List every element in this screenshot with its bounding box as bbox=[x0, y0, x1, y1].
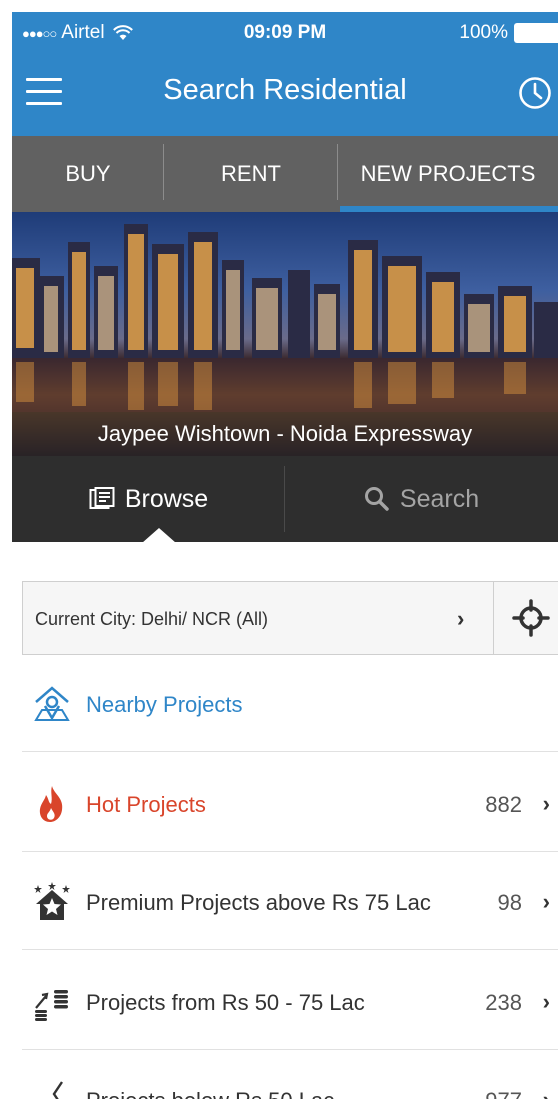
list-item-count: 882 bbox=[485, 792, 522, 817]
current-city-selector[interactable]: Current City: Delhi/ NCR (All) › bbox=[22, 581, 558, 655]
search-tab[interactable]: Search bbox=[285, 456, 558, 542]
status-bar: ●●●○○ Airtel 09:09 PM 100% bbox=[12, 12, 558, 56]
list-item-hot-projects[interactable]: Hot Projects 882 › bbox=[12, 754, 558, 852]
status-right: 100% bbox=[459, 22, 558, 44]
list-item-projects-50-75-lac[interactable]: Projects from Rs 50 - 75 Lac 238 › bbox=[12, 952, 558, 1050]
chevron-right-icon: › bbox=[543, 1087, 550, 1099]
list-item-premium-projects[interactable]: Premium Projects above Rs 75 Lac 98 › bbox=[12, 852, 558, 950]
list-item-label: Projects from Rs 50 - 75 Lac bbox=[86, 990, 365, 1015]
browse-label: Browse bbox=[124, 484, 209, 513]
battery-percent: 100% bbox=[459, 22, 508, 43]
list-item-count: 977 bbox=[485, 1088, 522, 1099]
project-banner[interactable]: Jaypee Wishtown - Noida Expressway bbox=[12, 212, 558, 456]
clock-icon[interactable] bbox=[518, 76, 552, 110]
segment-tabs: BUY RENT NEW PROJECTS bbox=[12, 136, 558, 212]
fire-icon bbox=[39, 786, 63, 822]
tab-rent-label: RENT bbox=[221, 161, 281, 186]
locate-me-icon[interactable] bbox=[511, 598, 551, 638]
list-item-label: Premium Projects above Rs 75 Lac bbox=[86, 890, 431, 915]
browse-icon bbox=[89, 487, 115, 509]
city-divider bbox=[493, 582, 494, 654]
app-header: ●●●○○ Airtel 09:09 PM 100% Search Reside… bbox=[12, 12, 558, 136]
coin-stack-icon bbox=[35, 990, 68, 1021]
list-item-count: 238 bbox=[485, 990, 522, 1015]
list-item-label: Nearby Projects bbox=[86, 692, 243, 717]
row-divider bbox=[22, 751, 558, 752]
battery-icon bbox=[514, 23, 558, 43]
selected-pointer bbox=[142, 528, 176, 543]
list-item-label: Hot Projects bbox=[86, 792, 206, 817]
list-item-nearby-projects[interactable]: Nearby Projects bbox=[12, 654, 558, 752]
tab-buy-label: BUY bbox=[65, 161, 111, 186]
list-item-label: Projects below Rs 50 Lac bbox=[86, 1088, 334, 1099]
list-item-count: 98 bbox=[497, 890, 522, 915]
tab-new-projects[interactable]: NEW PROJECTS bbox=[338, 136, 558, 212]
search-icon bbox=[364, 487, 389, 511]
list-item-projects-below-50-lac[interactable]: Projects below Rs 50 Lac 977 › bbox=[12, 1050, 558, 1099]
search-label: Search bbox=[399, 484, 480, 513]
page-title: Search Residential bbox=[163, 74, 407, 106]
banner-caption: Jaypee Wishtown - Noida Expressway bbox=[12, 412, 558, 456]
current-city-label: Current City: Delhi/ NCR (All) bbox=[35, 609, 269, 629]
chevron-right-icon: › bbox=[542, 889, 550, 914]
tab-rent[interactable]: RENT bbox=[164, 136, 338, 212]
graph-icon bbox=[52, 1081, 63, 1099]
chevron-right-icon: › bbox=[542, 791, 550, 816]
browse-content: Current City: Delhi/ NCR (All) › Nearby … bbox=[12, 542, 558, 1099]
browse-search-switch: Browse Search bbox=[12, 456, 558, 542]
row-divider bbox=[22, 949, 558, 950]
tab-buy[interactable]: BUY bbox=[12, 136, 164, 212]
chevron-right-icon: › bbox=[457, 606, 465, 631]
nav-bar: Search Residential bbox=[12, 62, 558, 136]
chevron-right-icon: › bbox=[542, 989, 550, 1014]
map-pin-house-icon bbox=[34, 686, 70, 721]
tab-new-projects-label: NEW PROJECTS bbox=[360, 161, 536, 186]
star-house-icon bbox=[34, 882, 70, 920]
